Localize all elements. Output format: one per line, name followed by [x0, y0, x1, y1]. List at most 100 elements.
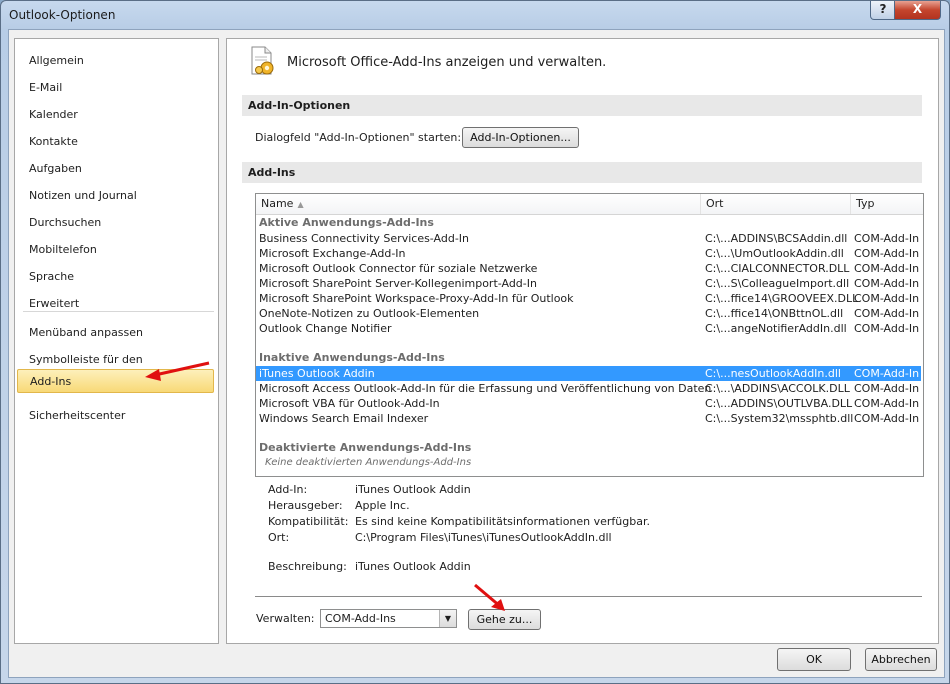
detail-description-value: iTunes Outlook Addin: [355, 560, 471, 573]
nav-item-notizen[interactable]: Notizen und Journal: [17, 184, 214, 208]
addin-type: COM-Add-In: [854, 232, 920, 245]
table-row[interactable]: Microsoft Outlook Connector für soziale …: [256, 261, 921, 276]
addin-location: C:\...angeNotifierAddIn.dll: [705, 322, 847, 335]
column-name[interactable]: Name ▲: [256, 194, 701, 214]
addin-location: C:\...S\ColleagueImport.dll: [705, 277, 850, 290]
addin-type: COM-Add-In: [854, 322, 920, 335]
addin-location: C:\...\UmOutlookAddin.dll: [705, 247, 844, 260]
nav-item-kontakte[interactable]: Kontakte: [17, 130, 214, 154]
nav-item-sprache[interactable]: Sprache: [17, 265, 214, 289]
addin-type: COM-Add-In: [854, 397, 920, 410]
title-bar: Outlook-Optionen ? X: [1, 1, 949, 29]
column-name-label: Name: [261, 197, 294, 210]
close-button[interactable]: X: [894, 1, 941, 20]
detail-publisher-value: Apple Inc.: [355, 499, 410, 512]
addin-location: C:\...ADDINS\OUTLVBA.DLL: [705, 397, 853, 410]
addin-location: C:\...\ADDINS\ACCOLK.DLL: [705, 382, 850, 395]
go-button[interactable]: Gehe zu...: [468, 609, 541, 630]
detail-description-label: Beschreibung:: [268, 560, 347, 573]
manage-select[interactable]: COM-Add-Ins ▼: [320, 609, 457, 628]
addin-type: COM-Add-In: [854, 262, 920, 275]
addin-name: Outlook Change Notifier: [259, 322, 392, 335]
detail-addin-label: Add-In:: [268, 483, 308, 496]
table-row[interactable]: Outlook Change Notifier C:\...angeNotifie…: [256, 321, 921, 336]
addins-header-icon: [251, 46, 274, 75]
nav-item-mobiltelefon[interactable]: Mobiltelefon: [17, 238, 214, 262]
table-row-selected[interactable]: iTunes Outlook Addin C:\...nesOutlookAddI…: [256, 366, 921, 381]
addin-location: C:\...System32\mssphtb.dll: [705, 412, 854, 425]
column-typ[interactable]: Typ: [851, 194, 923, 214]
detail-compat-label: Kompatibilität:: [268, 515, 349, 528]
addin-name: Microsoft SharePoint Server-Kollegenimpo…: [259, 277, 537, 290]
addin-name: Business Connectivity Services-Add-In: [259, 232, 470, 245]
nav-item-durchsuchen[interactable]: Durchsuchen: [17, 211, 214, 235]
addins-list[interactable]: Name ▲ Ort Typ Aktive Anwendungs-Add-Ins …: [255, 193, 924, 477]
table-row[interactable]: Business Connectivity Services-Add-In C:\…: [256, 231, 921, 246]
column-ort[interactable]: Ort: [701, 194, 851, 214]
addin-name: Microsoft SharePoint Workspace-Proxy-Add…: [259, 292, 574, 305]
addin-name: Microsoft Access Outlook-Add-In für die …: [259, 382, 712, 395]
nav-item-menueband[interactable]: Menüband anpassen: [17, 321, 214, 345]
addins-panel: Microsoft Office-Add-Ins anzeigen und ve…: [226, 38, 939, 644]
addin-location: C:\...ADDINS\BCSAddin.dll: [705, 232, 848, 245]
addin-name: Microsoft Exchange-Add-In: [259, 247, 406, 260]
addin-location: C:\...nesOutlookAddIn.dll: [705, 367, 841, 380]
section-add-in-optionen: Add-In-Optionen: [242, 95, 922, 116]
addin-type: COM-Add-In: [854, 367, 920, 380]
options-label: Dialogfeld "Add-In-Optionen" starten:: [255, 131, 462, 144]
help-button[interactable]: ?: [870, 1, 896, 20]
detail-location-value: C:\Program Files\iTunes\iTunesOutlookAdd…: [355, 531, 612, 544]
addin-type: COM-Add-In: [854, 412, 920, 425]
detail-location-label: Ort:: [268, 531, 290, 544]
addin-type: COM-Add-In: [854, 247, 920, 260]
table-row[interactable]: Microsoft Exchange-Add-In C:\...\UmOutloo…: [256, 246, 921, 261]
list-header: Name ▲ Ort Typ: [256, 194, 923, 215]
addin-type: COM-Add-In: [854, 307, 920, 320]
table-row[interactable]: Windows Search Email Indexer C:\...System…: [256, 411, 921, 426]
detail-publisher-label: Herausgeber:: [268, 499, 343, 512]
nav-item-kalender[interactable]: Kalender: [17, 103, 214, 127]
table-row[interactable]: Microsoft Access Outlook-Add-In für die …: [256, 381, 921, 396]
outlook-options-window: Outlook-Optionen ? X Allgemein E-Mail Ka…: [0, 0, 950, 684]
table-row[interactable]: Microsoft VBA für Outlook-Add-In C:\...AD…: [256, 396, 921, 411]
table-row[interactable]: OneNote-Notizen zu Outlook-Elementen C:\.…: [256, 306, 921, 321]
add-in-options-button[interactable]: Add-In-Optionen...: [462, 127, 579, 148]
nav-separator: [23, 311, 214, 312]
addin-location: C:\...ffice14\GROOVEEX.DLL: [705, 292, 859, 305]
section-add-ins: Add-Ins: [242, 162, 922, 183]
addin-location: C:\...ffice14\ONBttnOL.dll: [705, 307, 844, 320]
nav-item-erweitert[interactable]: Erweitert: [17, 292, 214, 316]
addin-location: C:\...CIALCONNECTOR.DLL: [705, 262, 850, 275]
nav-item-email[interactable]: E-Mail: [17, 76, 214, 100]
nav-item-aufgaben[interactable]: Aufgaben: [17, 157, 214, 181]
addin-type: COM-Add-In: [854, 277, 920, 290]
nav-item-add-ins[interactable]: Add-Ins: [17, 369, 214, 393]
table-row[interactable]: Microsoft SharePoint Server-Kollegenimpo…: [256, 276, 921, 291]
ok-button[interactable]: OK: [777, 648, 851, 671]
addin-type: COM-Add-In: [854, 292, 920, 305]
window-title: Outlook-Optionen: [9, 8, 116, 22]
panel-header: Microsoft Office-Add-Ins anzeigen und ve…: [287, 55, 607, 70]
cancel-button[interactable]: Abbrechen: [865, 648, 937, 671]
detail-addin-value: iTunes Outlook Addin: [355, 483, 471, 496]
manage-select-value: COM-Add-Ins: [325, 612, 396, 625]
addin-name: OneNote-Notizen zu Outlook-Elementen: [259, 307, 480, 320]
addin-name: Microsoft VBA für Outlook-Add-In: [259, 397, 440, 410]
nav-item-sicherheitscenter[interactable]: Sicherheitscenter: [17, 404, 214, 428]
sort-ascending-icon: ▲: [297, 200, 304, 209]
dialog-client: Allgemein E-Mail Kalender Kontakte Aufga…: [8, 29, 945, 678]
manage-label: Verwalten:: [256, 612, 315, 625]
group-active-title: Aktive Anwendungs-Add-Ins: [259, 216, 434, 229]
divider: [255, 596, 922, 597]
chevron-down-icon[interactable]: ▼: [439, 610, 456, 627]
addin-name: iTunes Outlook Addin: [259, 367, 375, 380]
group-inactive-title: Inaktive Anwendungs-Add-Ins: [259, 351, 445, 364]
disabled-empty-text: Keine deaktivierten Anwendungs-Add-Ins: [265, 457, 472, 468]
table-row[interactable]: Microsoft SharePoint Workspace-Proxy-Add…: [256, 291, 921, 306]
addin-name: Microsoft Outlook Connector für soziale …: [259, 262, 538, 275]
group-disabled-title: Deaktivierte Anwendungs-Add-Ins: [259, 441, 472, 454]
category-nav: Allgemein E-Mail Kalender Kontakte Aufga…: [14, 38, 219, 644]
addin-name: Windows Search Email Indexer: [259, 412, 429, 425]
nav-item-allgemein[interactable]: Allgemein: [17, 49, 214, 73]
addin-type: COM-Add-In: [854, 382, 920, 395]
